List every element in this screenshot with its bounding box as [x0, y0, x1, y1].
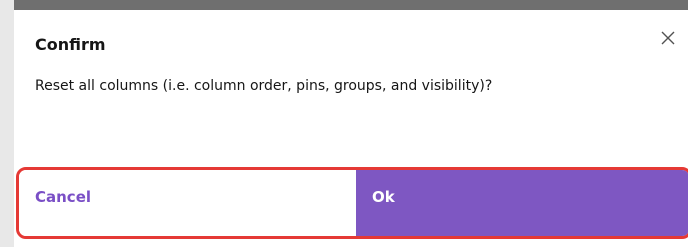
close-button[interactable]: [654, 24, 682, 52]
close-icon: [661, 31, 675, 45]
cancel-button[interactable]: Cancel: [19, 170, 356, 236]
backdrop-page-edge: [0, 0, 14, 247]
confirm-dialog: Confirm Reset all columns (i.e. column o…: [14, 10, 688, 247]
ok-button[interactable]: Ok: [356, 170, 688, 236]
dialog-title: Confirm: [35, 35, 106, 54]
dialog-message: Reset all columns (i.e. column order, pi…: [35, 78, 493, 94]
backdrop-top: [0, 0, 688, 10]
dialog-footer: Cancel Ok: [16, 167, 688, 239]
